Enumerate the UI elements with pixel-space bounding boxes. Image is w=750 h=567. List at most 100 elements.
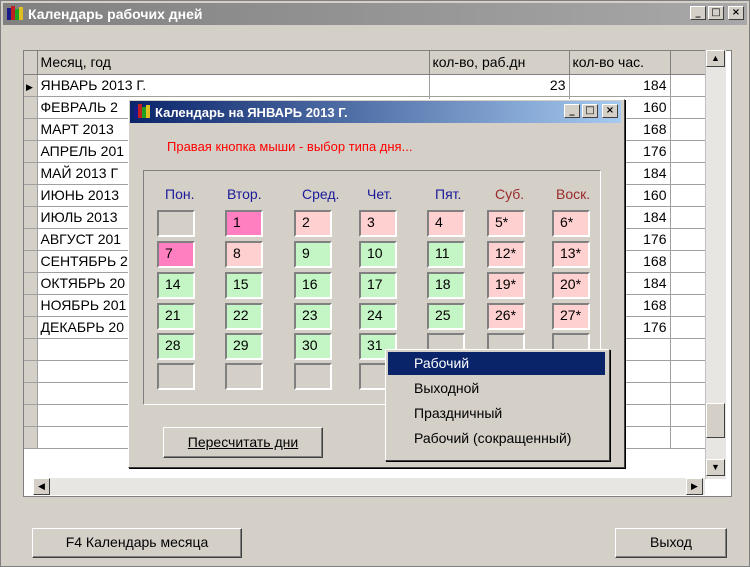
exit-button[interactable]: Выход — [615, 528, 727, 558]
row-indicator — [24, 162, 38, 185]
day-cell[interactable]: 5* — [487, 210, 525, 237]
cell-filler — [670, 74, 708, 97]
day-cell[interactable]: 6* — [552, 210, 590, 237]
table-row[interactable]: ▶ ЯНВАРЬ 2013 Г. 23 184 — [24, 74, 708, 97]
scroll-right-button[interactable]: ▶ — [686, 478, 703, 495]
cell-month[interactable]: ЯНВАРЬ 2013 Г. — [37, 74, 430, 97]
day-cell[interactable]: 1 — [225, 210, 263, 237]
day-cell[interactable]: 29 — [225, 333, 263, 360]
row-indicator — [24, 294, 38, 317]
empty-cell — [24, 426, 38, 449]
cell-filler — [670, 294, 708, 317]
day-cell[interactable]: 30 — [294, 333, 332, 360]
day-cell[interactable]: 16 — [294, 272, 332, 299]
row-indicator — [24, 118, 38, 141]
day-cell[interactable]: 9 — [294, 241, 332, 268]
empty-cell — [24, 404, 38, 427]
dialog-maximize-button[interactable]: □ — [582, 104, 598, 118]
day-header: Пят. — [435, 186, 462, 202]
day-cell[interactable]: 8 — [225, 241, 263, 268]
day-cell[interactable]: 24 — [359, 303, 397, 330]
day-cell[interactable]: 17 — [359, 272, 397, 299]
maximize-button[interactable]: □ — [708, 6, 724, 20]
scroll-down-button[interactable]: ▼ — [706, 459, 725, 476]
menu-item[interactable]: Праздничный — [388, 402, 605, 425]
day-cell[interactable]: 23 — [294, 303, 332, 330]
empty-cell — [24, 360, 38, 383]
dialog-title-bar[interactable]: Календарь на ЯНВАРЬ 2013 Г. _ □ × — [130, 101, 621, 123]
dialog-minimize-button[interactable]: _ — [564, 104, 580, 118]
day-cell[interactable]: 27* — [552, 303, 590, 330]
menu-item[interactable]: Рабочий (сокращенный) — [388, 427, 605, 450]
day-cell[interactable]: 3 — [359, 210, 397, 237]
scroll-thumb[interactable] — [706, 403, 725, 438]
cell-filler — [670, 228, 708, 251]
day-cell[interactable]: 26* — [487, 303, 525, 330]
cell-filler — [670, 162, 708, 185]
cell-filler — [670, 206, 708, 229]
empty-cell — [670, 338, 708, 361]
day-cell-empty[interactable] — [294, 363, 332, 390]
cell-hours[interactable]: 184 — [569, 74, 671, 97]
day-header: Сред. — [302, 186, 340, 202]
day-cell[interactable]: 13* — [552, 241, 590, 268]
header-month[interactable]: Месяц, год — [37, 51, 430, 75]
calendar-month-button[interactable]: F4 Календарь месяца — [32, 528, 242, 558]
day-cell[interactable]: 15 — [225, 272, 263, 299]
day-cell[interactable]: 7 — [157, 241, 195, 268]
day-cell[interactable]: 19* — [487, 272, 525, 299]
row-indicator — [24, 250, 38, 273]
row-indicator — [24, 140, 38, 163]
cell-filler — [670, 96, 708, 119]
day-cell-empty[interactable] — [157, 210, 195, 237]
main-title-bar[interactable]: Календарь рабочих дней _ □ × — [3, 3, 747, 25]
day-cell[interactable]: 4 — [427, 210, 465, 237]
cell-workdays[interactable]: 23 — [429, 74, 570, 97]
day-cell-empty[interactable] — [157, 363, 195, 390]
day-header: Чет. — [367, 186, 393, 202]
cell-filler — [670, 184, 708, 207]
main-title: Календарь рабочих дней — [28, 6, 203, 22]
day-cell[interactable]: 10 — [359, 241, 397, 268]
app-icon — [7, 6, 23, 22]
row-indicator — [24, 206, 38, 229]
cell-filler — [670, 140, 708, 163]
header-indicator — [24, 51, 38, 75]
row-indicator — [24, 272, 38, 295]
grid-header: Месяц, год кол-во, раб.дн кол-во час. — [24, 51, 708, 75]
day-header: Суб. — [495, 186, 525, 202]
row-indicator — [24, 184, 38, 207]
header-filler — [670, 51, 708, 75]
empty-cell — [670, 404, 708, 427]
empty-cell — [24, 338, 38, 361]
day-header: Воск. — [556, 186, 591, 202]
dialog-app-icon — [134, 104, 150, 120]
day-header: Втор. — [227, 186, 262, 202]
cell-filler — [670, 250, 708, 273]
day-cell[interactable]: 21 — [157, 303, 195, 330]
dialog-close-button[interactable]: × — [602, 104, 618, 118]
day-cell[interactable]: 2 — [294, 210, 332, 237]
day-cell-empty[interactable] — [225, 363, 263, 390]
day-cell[interactable]: 25 — [427, 303, 465, 330]
day-cell[interactable]: 28 — [157, 333, 195, 360]
close-button[interactable]: × — [728, 6, 744, 20]
day-cell[interactable]: 12* — [487, 241, 525, 268]
cell-filler — [670, 316, 708, 339]
cell-filler — [670, 118, 708, 141]
minimize-button[interactable]: _ — [690, 6, 706, 20]
menu-item[interactable]: Выходной — [388, 377, 605, 400]
day-cell[interactable]: 11 — [427, 241, 465, 268]
menu-item[interactable]: Рабочий — [388, 352, 605, 375]
day-cell[interactable]: 22 — [225, 303, 263, 330]
header-workdays[interactable]: кол-во, раб.дн — [429, 51, 570, 75]
day-cell[interactable]: 14 — [157, 272, 195, 299]
header-hours[interactable]: кол-во час. — [569, 51, 671, 75]
scroll-left-button[interactable]: ◀ — [33, 478, 50, 495]
scroll-up-button[interactable]: ▲ — [706, 50, 725, 67]
horizontal-scrollbar[interactable]: ◀ ▶ — [33, 478, 705, 495]
vertical-scrollbar[interactable]: ▲ ▼ — [705, 50, 726, 479]
day-cell[interactable]: 20* — [552, 272, 590, 299]
recalc-button[interactable]: Пересчитать дни — [163, 427, 323, 458]
day-cell[interactable]: 18 — [427, 272, 465, 299]
